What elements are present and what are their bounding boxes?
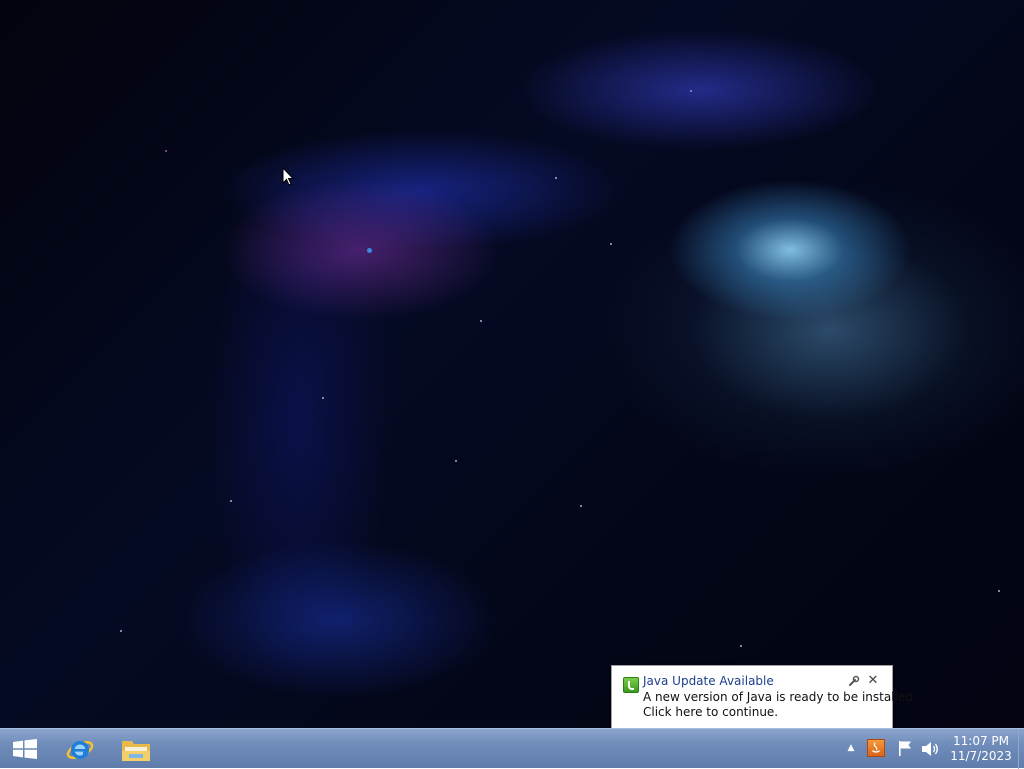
star bbox=[610, 243, 612, 245]
taskbar: ▲ 11:07 PM 11/7/2023 bbox=[0, 728, 1024, 769]
star bbox=[998, 590, 1000, 592]
clock-date: 11/7/2023 bbox=[950, 749, 1012, 763]
file-explorer-button[interactable] bbox=[110, 729, 162, 769]
wrench-icon[interactable] bbox=[848, 675, 860, 687]
star bbox=[690, 90, 692, 92]
internet-explorer-icon bbox=[66, 741, 94, 759]
star bbox=[555, 177, 557, 179]
mouse-pointer-icon bbox=[282, 167, 295, 186]
notification-title: Java Update Available bbox=[643, 674, 774, 688]
star bbox=[367, 248, 372, 253]
star bbox=[455, 460, 457, 462]
close-icon[interactable]: ✕ bbox=[866, 674, 880, 688]
folder-icon bbox=[122, 741, 150, 761]
notification-message: A new version of Java is ready to be ins… bbox=[643, 690, 917, 704]
star bbox=[740, 645, 742, 647]
action-center-flag-icon[interactable] bbox=[896, 739, 914, 757]
internet-explorer-button[interactable] bbox=[54, 729, 106, 769]
notification-click-prompt[interactable]: Click here to continue. bbox=[643, 705, 778, 719]
java-icon[interactable] bbox=[867, 739, 885, 757]
speaker-icon[interactable] bbox=[920, 740, 940, 758]
star bbox=[580, 505, 582, 507]
windows-logo-icon bbox=[13, 739, 37, 759]
star bbox=[230, 500, 232, 502]
star bbox=[322, 397, 324, 399]
star bbox=[165, 150, 167, 152]
show-hidden-icons-button[interactable]: ▲ bbox=[845, 741, 857, 755]
taskbar-clock[interactable]: 11:07 PM 11/7/2023 bbox=[946, 734, 1016, 766]
star bbox=[480, 320, 482, 322]
star bbox=[120, 630, 122, 632]
java-update-icon bbox=[623, 677, 639, 693]
start-button[interactable] bbox=[0, 729, 52, 769]
desktop-wallpaper bbox=[0, 0, 1024, 728]
clock-time: 11:07 PM bbox=[953, 734, 1009, 748]
java-update-notification[interactable]: Java Update Available A new version of J… bbox=[611, 665, 917, 729]
show-desktop-button[interactable] bbox=[1018, 729, 1024, 769]
